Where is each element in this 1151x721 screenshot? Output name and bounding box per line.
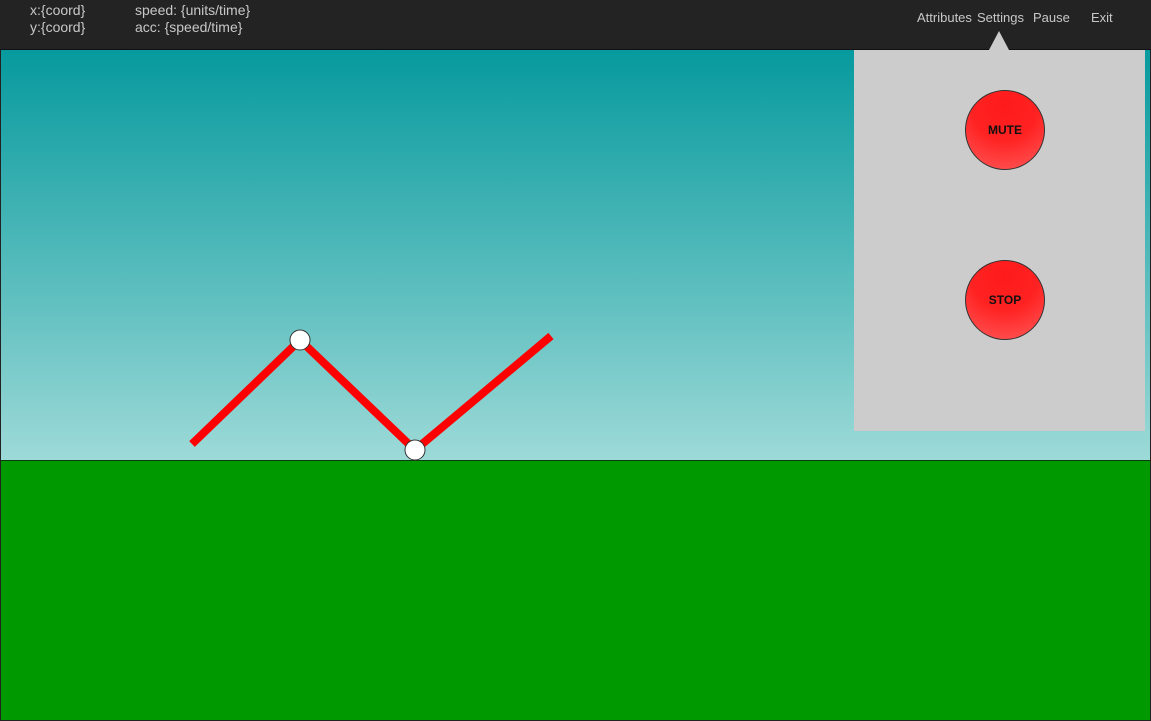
menu-exit[interactable]: Exit — [1091, 10, 1113, 25]
hud-x-readout: x:{coord} — [30, 2, 86, 18]
leg-segment-1 — [189, 337, 303, 447]
top-toolbar: x:{coord} y:{coord} speed: {units/time} … — [0, 0, 1151, 50]
menu-attributes[interactable]: Attributes — [917, 10, 972, 25]
leg-segment-3 — [412, 332, 554, 454]
settings-dropdown-caret — [989, 31, 1009, 50]
hud-speed-readout: speed: {units/time} — [135, 2, 251, 18]
menu-pause[interactable]: Pause — [1033, 10, 1070, 25]
menu-settings[interactable]: Settings — [977, 10, 1024, 25]
joint-lower[interactable] — [404, 439, 426, 461]
leg-segment-2 — [297, 337, 418, 453]
hud-acc-readout: acc: {speed/time} — [135, 19, 243, 35]
stop-button[interactable]: STOP — [965, 260, 1045, 340]
joint-upper[interactable] — [289, 329, 311, 351]
mute-button[interactable]: MUTE — [965, 90, 1045, 170]
hud-y-readout: y:{coord} — [30, 19, 86, 35]
settings-dropdown-panel: MUTE STOP — [854, 50, 1145, 431]
